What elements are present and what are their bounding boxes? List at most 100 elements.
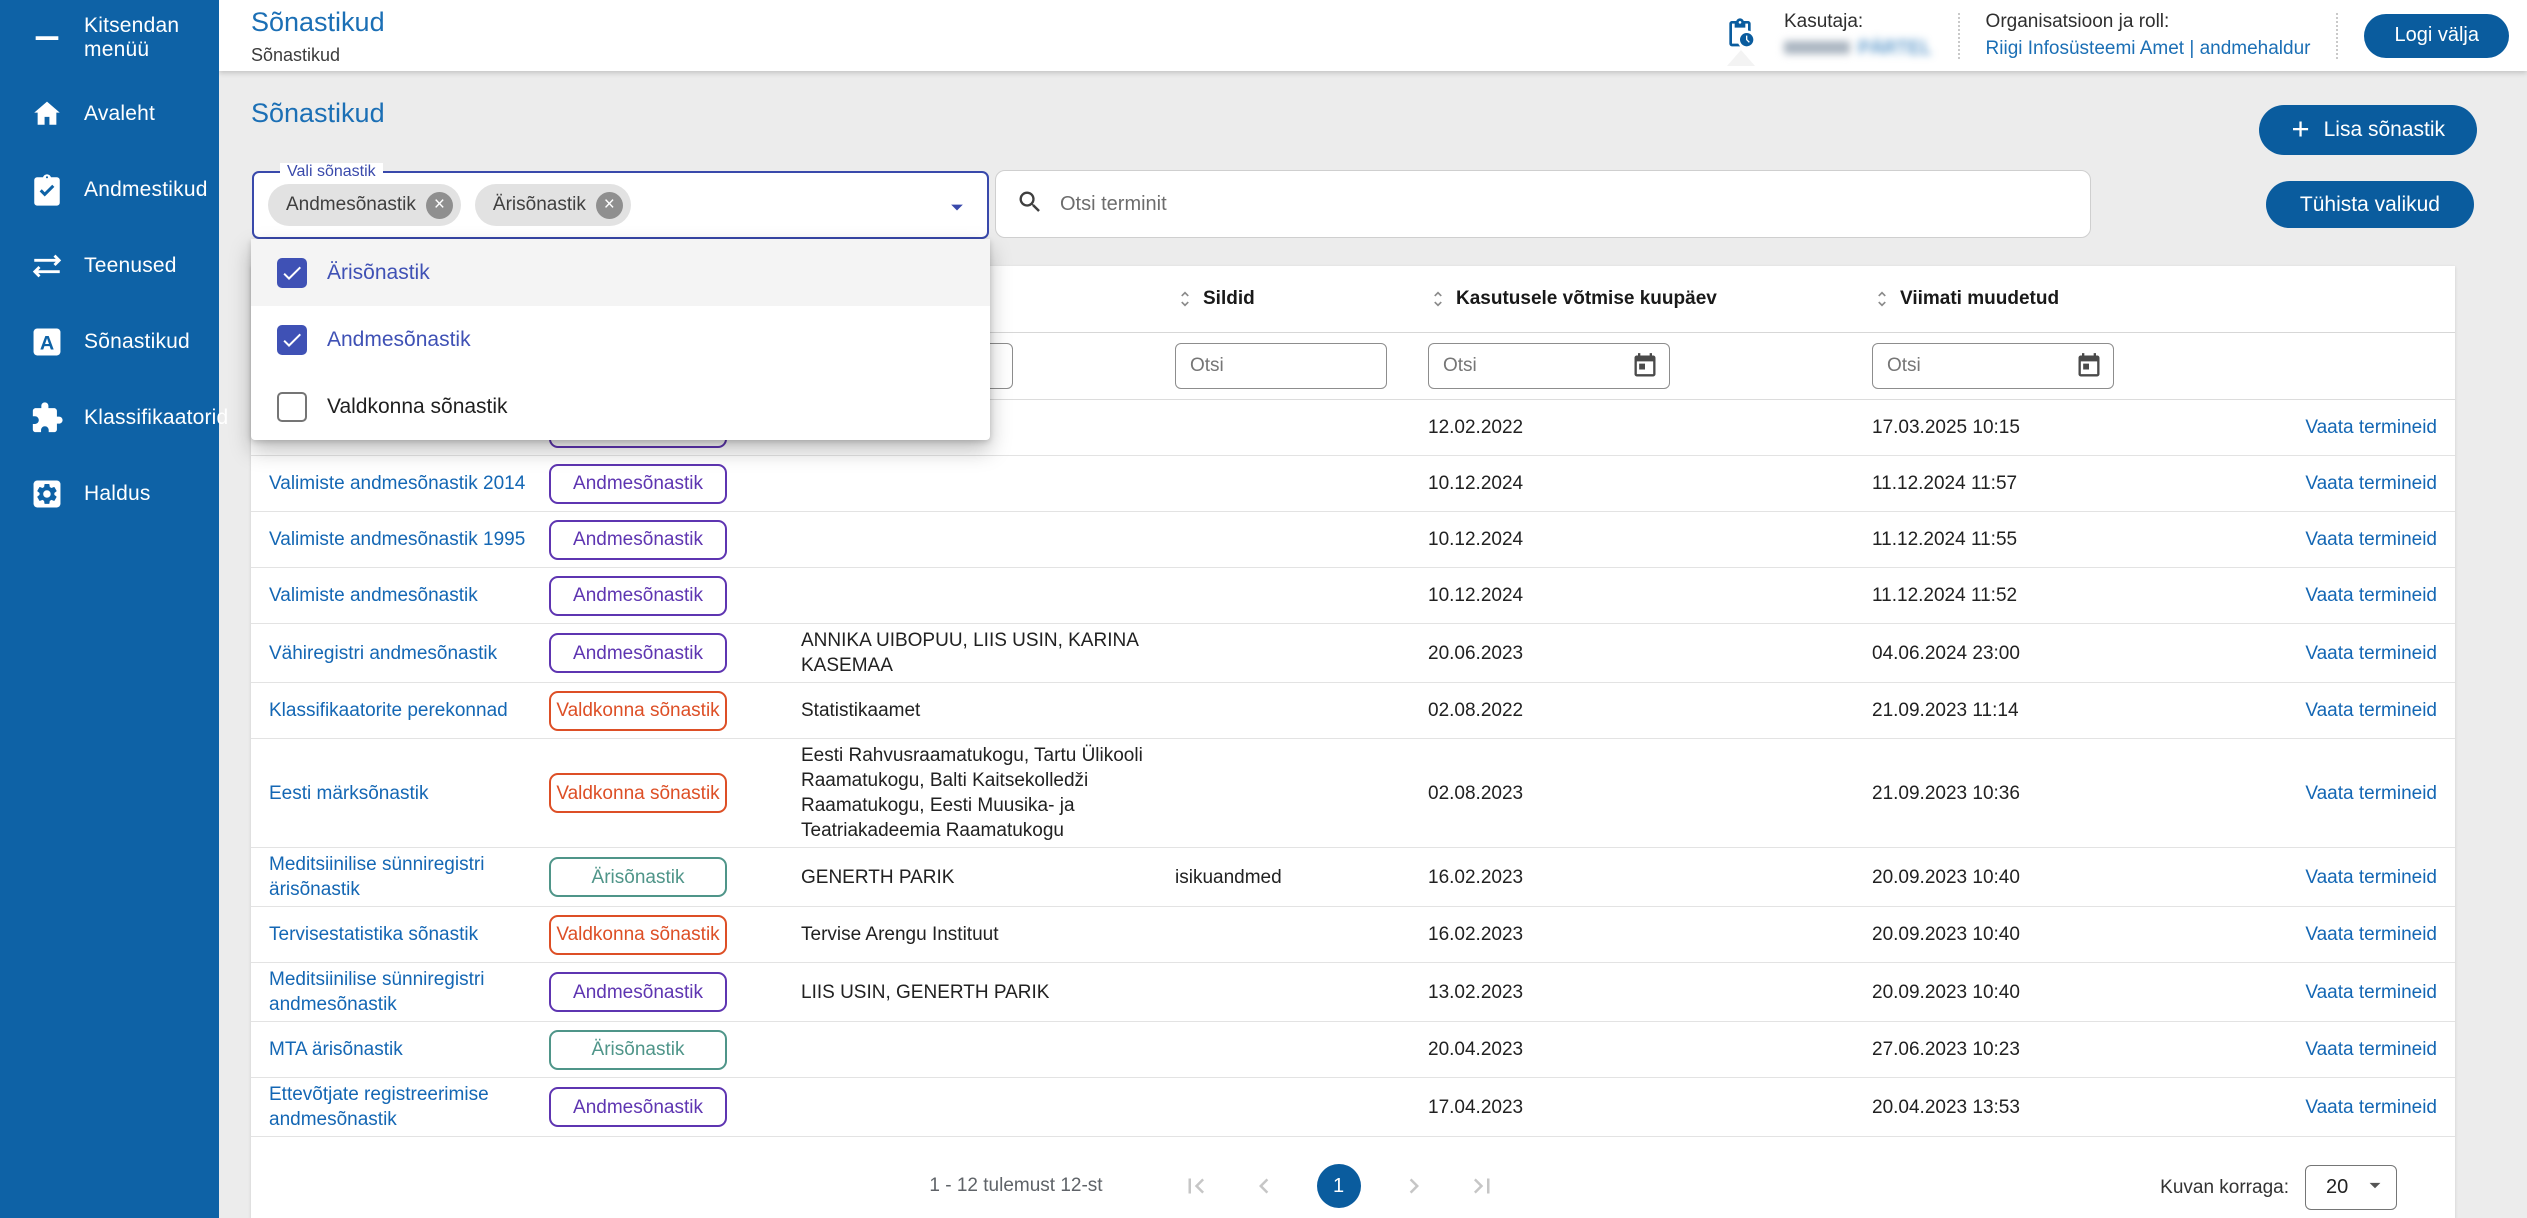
last-page-icon[interactable] xyxy=(1467,1171,1497,1201)
adopted-date-cell: 20.06.2023 xyxy=(1414,641,1858,666)
dropdown-option[interactable]: Valdkonna sõnastik xyxy=(251,373,990,440)
glossary-name-link[interactable]: Valimiste andmesõnastik xyxy=(269,585,478,606)
view-terms-link[interactable]: Vaata termineid xyxy=(2305,1097,2437,1118)
per-page-label: Kuvan korraga: xyxy=(2160,1177,2289,1199)
glossary-select[interactable]: Vali sõnastik Andmesõnastik×Ärisõnastik× xyxy=(252,171,989,239)
sort-icon[interactable] xyxy=(1175,289,1195,309)
tags-cell: isikuandmed xyxy=(1161,865,1414,890)
glossary-name-link[interactable]: Valimiste andmesõnastik 1995 xyxy=(269,529,525,550)
calendar-icon[interactable] xyxy=(1631,352,1659,380)
view-terms-link[interactable]: Vaata termineid xyxy=(2305,783,2437,804)
checkbox-unchecked-icon[interactable] xyxy=(277,392,307,422)
sort-icon[interactable] xyxy=(1428,289,1448,309)
dropdown-option[interactable]: Ärisõnastik xyxy=(251,239,990,306)
sidebar-item-klassifikaatorid[interactable]: Klassifikaatorid xyxy=(0,380,219,456)
org-info: Organisatsioon ja roll: Riigi Infosüstee… xyxy=(1986,10,2311,61)
view-terms-link[interactable]: Vaata termineid xyxy=(2305,982,2437,1003)
logout-button[interactable]: Logi välja xyxy=(2364,14,2509,58)
view-terms-link[interactable]: Vaata termineid xyxy=(2305,1039,2437,1060)
actions-cell: Vaata termineid xyxy=(2288,471,2437,496)
glossary-type-cell: Andmesõnastik xyxy=(535,520,787,560)
glossary-name-link[interactable]: MTA ärisõnastik xyxy=(269,1039,403,1060)
table-row: Valimiste andmesõnastik 1995 Andmesõnasti… xyxy=(251,512,2455,568)
column-header[interactable]: Kasutusele võtmise kuupäev xyxy=(1414,288,1858,310)
table-footer: 1 - 12 tulemust 12-st 1 Kuvan korraga: 2… xyxy=(269,1156,2437,1216)
column-filter-input[interactable] xyxy=(1443,355,1631,377)
sidebar-item-andmestikud[interactable]: Andmestikud xyxy=(0,152,219,228)
view-terms-link[interactable]: Vaata termineid xyxy=(2305,417,2437,438)
sidebar-item-teenused[interactable]: Teenused xyxy=(0,228,219,304)
glossary-name-link[interactable]: Klassifikaatorite perekonnad xyxy=(269,700,508,721)
actions-cell: Vaata termineid xyxy=(2288,781,2437,806)
plus-icon: + xyxy=(2291,111,2309,147)
view-terms-link[interactable]: Vaata termineid xyxy=(2305,924,2437,945)
checkbox-checked-icon[interactable] xyxy=(277,325,307,355)
glossary-name-link[interactable]: Ettevõtjate registreerimise andmesõnasti… xyxy=(269,1084,489,1130)
modified-date-cell: 27.06.2023 10:23 xyxy=(1858,1037,2288,1062)
chip-remove-icon[interactable]: × xyxy=(426,192,453,219)
adopted-date-cell: 17.04.2023 xyxy=(1414,1095,1858,1120)
view-terms-link[interactable]: Vaata termineid xyxy=(2305,867,2437,888)
table-row: MTA ärisõnastikÄrisõnastik20.04.202327.0… xyxy=(251,1022,2455,1078)
actions-cell: Vaata termineid xyxy=(2288,415,2437,440)
chip-remove-icon[interactable]: × xyxy=(596,192,623,219)
view-terms-link[interactable]: Vaata termineid xyxy=(2305,585,2437,606)
sidebar-item-label: Haldus xyxy=(84,482,151,506)
view-terms-link[interactable]: Vaata termineid xyxy=(2305,700,2437,721)
dropdown-option-label: Ärisõnastik xyxy=(327,261,430,285)
modified-date-cell: 11.12.2024 11:55 xyxy=(1858,527,2288,552)
sidebar-item-haldus[interactable]: Haldus xyxy=(0,456,219,532)
column-filter xyxy=(1872,343,2114,389)
table-row: Tervisestatistika sõnastik Valdkonna sõna… xyxy=(251,907,2455,963)
column-header[interactable]: Viimati muudetud xyxy=(1858,288,2288,310)
calendar-icon[interactable] xyxy=(2075,352,2103,380)
sidebar-item-sonastikud[interactable]: ASõnastikud xyxy=(0,304,219,380)
sidebar-item-collapse[interactable]: Kitsendan menüü xyxy=(0,0,219,76)
actions-cell: Vaata termineid xyxy=(2288,1095,2437,1120)
view-terms-link[interactable]: Vaata termineid xyxy=(2305,473,2437,494)
glossary-type-badge: Andmesõnastik xyxy=(549,633,727,673)
actions-cell: Vaata termineid xyxy=(2288,922,2437,947)
gear-icon xyxy=(30,477,64,511)
next-page-icon[interactable] xyxy=(1399,1171,1429,1201)
view-terms-link[interactable]: Vaata termineid xyxy=(2305,643,2437,664)
glossary-name-link[interactable]: Meditsiinilise sünniregistri andmesõnast… xyxy=(269,969,484,1015)
org-label: Organisatsioon ja roll: xyxy=(1986,10,2311,34)
breadcrumb[interactable]: Sõnastikud xyxy=(251,45,385,66)
glossary-name-link[interactable]: Meditsiinilise sünniregistri ärisõnastik xyxy=(269,854,484,900)
sort-icon[interactable] xyxy=(1872,289,1892,309)
divider xyxy=(2336,13,2338,59)
sidebar-item-avaleht[interactable]: Avaleht xyxy=(0,76,219,152)
pending-actions-icon[interactable] xyxy=(1724,0,1758,71)
glossary-type-badge: Valdkonna sõnastik xyxy=(549,691,727,731)
glossary-name-link[interactable]: Valimiste andmesõnastik 2014 xyxy=(269,473,525,494)
table-row: Ettevõtjate registreerimise andmesõnasti… xyxy=(251,1078,2455,1137)
term-search-input[interactable] xyxy=(1060,193,2070,216)
term-search xyxy=(995,170,2091,238)
glossary-type-badge: Valdkonna sõnastik xyxy=(549,915,727,955)
add-glossary-button[interactable]: + Lisa sõnastik xyxy=(2259,105,2477,155)
column-filter-input[interactable] xyxy=(1887,355,2075,377)
glossary-type-badge: Andmesõnastik xyxy=(549,464,727,504)
table-row: Valimiste andmesõnastikAndmesõnastik10.1… xyxy=(251,568,2455,624)
per-page-select[interactable]: 20 xyxy=(2305,1165,2397,1210)
current-page-button[interactable]: 1 xyxy=(1317,1164,1361,1208)
first-page-icon[interactable] xyxy=(1181,1171,1211,1201)
modified-date-cell: 20.09.2023 10:40 xyxy=(1858,980,2288,1005)
view-terms-link[interactable]: Vaata termineid xyxy=(2305,529,2437,550)
glossary-name-link[interactable]: Eesti märksõnastik xyxy=(269,783,428,804)
clear-selection-button[interactable]: Tühista valikud xyxy=(2266,181,2474,228)
chips-container: Andmesõnastik×Ärisõnastik× xyxy=(268,184,631,226)
dropdown-option[interactable]: Andmesõnastik xyxy=(251,306,990,373)
checkbox-checked-icon[interactable] xyxy=(277,258,307,288)
chevron-down-icon[interactable] xyxy=(943,193,971,221)
glossary-name-link[interactable]: Vähiregistri andmesõnastik xyxy=(269,643,497,664)
previous-page-icon[interactable] xyxy=(1249,1171,1279,1201)
chevron-down-icon xyxy=(2362,1172,2388,1203)
column-filter-input[interactable] xyxy=(1190,355,1376,377)
glossary-name-link[interactable]: Tervisestatistika sõnastik xyxy=(269,924,478,945)
actions-cell: Vaata termineid xyxy=(2288,698,2437,723)
glossary-type-badge: Valdkonna sõnastik xyxy=(549,773,727,813)
tooltip-arrow xyxy=(1727,50,1755,66)
column-header[interactable]: Sildid xyxy=(1161,288,1414,310)
